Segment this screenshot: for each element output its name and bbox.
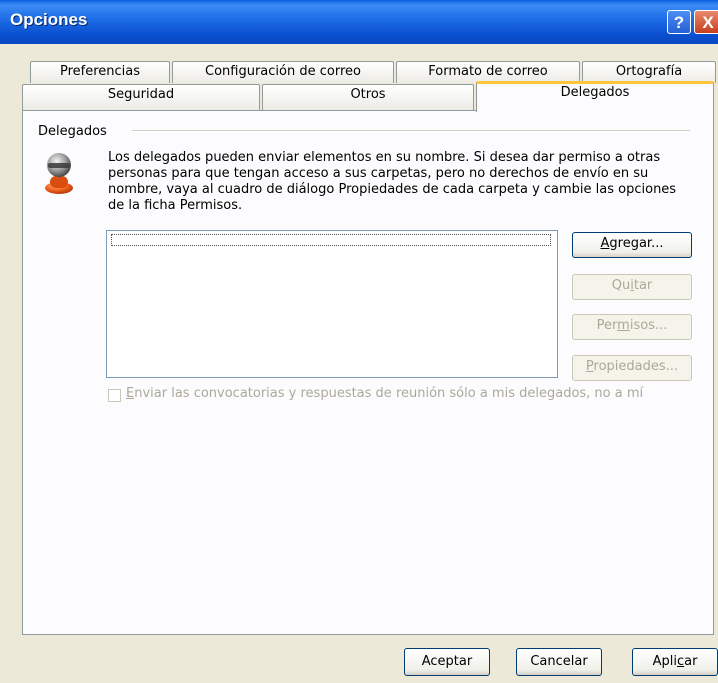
button-label: ar <box>684 654 698 669</box>
button-label: ropiedades... <box>593 359 679 374</box>
delegates-list[interactable] <box>106 230 558 378</box>
user-delegate-icon <box>45 153 73 194</box>
button-label: Qu <box>611 278 631 293</box>
close-icon[interactable]: X <box>694 10 718 34</box>
send-meetings-to-delegates-label: Enviar las convocatorias y respuestas de… <box>126 386 643 401</box>
properties-button[interactable]: Propiedades... <box>572 355 692 381</box>
button-label: isos... <box>629 318 668 333</box>
title-bar[interactable]: Opciones ? X <box>0 0 718 44</box>
tab-preferencias[interactable]: Preferencias <box>30 61 170 83</box>
group-label-delegados: Delegados <box>38 124 111 139</box>
help-icon[interactable]: ? <box>667 10 691 34</box>
description-line: nombre, vaya al cuadro de diálogo Propie… <box>108 182 677 197</box>
group-divider <box>132 130 690 131</box>
list-focus-rect <box>111 234 551 246</box>
tab-configuracion-correo[interactable]: Configuración de correo <box>172 61 394 83</box>
permissions-button[interactable]: Permisos... <box>572 314 692 340</box>
send-meetings-to-delegates-checkbox[interactable] <box>108 389 121 402</box>
description-line: personas para que tengan acceso a sus ca… <box>108 166 649 181</box>
window-title: Opciones <box>10 10 88 29</box>
accel-char: m <box>617 318 630 333</box>
ok-button[interactable]: Aceptar <box>404 648 490 676</box>
description-line: Los delegados pueden enviar elementos en… <box>108 150 661 165</box>
accel-char: P <box>585 359 594 374</box>
accel-char: E <box>126 386 135 401</box>
checkbox-label-text: nviar las convocatorias y respuestas de … <box>134 386 644 401</box>
add-button[interactable]: Agregar... <box>572 232 692 258</box>
cancel-button[interactable]: Cancelar <box>516 648 602 676</box>
button-label: Apli <box>652 654 677 669</box>
button-label: Per <box>596 318 618 333</box>
tab-delegados[interactable]: Delegados <box>476 81 714 112</box>
description-line: de la ficha Permisos. <box>108 198 243 213</box>
tab-seguridad[interactable]: Seguridad <box>22 84 260 110</box>
remove-button[interactable]: Quitar <box>572 274 692 300</box>
delegates-description: Los delegados pueden enviar elementos en… <box>108 150 688 214</box>
tab-otros[interactable]: Otros <box>262 84 474 110</box>
tab-formato-correo[interactable]: Formato de correo <box>396 61 580 83</box>
apply-button[interactable]: Aplicar <box>632 648 718 676</box>
tab-ortografia[interactable]: Ortografía <box>582 61 716 83</box>
button-label: tar <box>633 278 653 293</box>
button-label: gregar... <box>609 236 664 251</box>
